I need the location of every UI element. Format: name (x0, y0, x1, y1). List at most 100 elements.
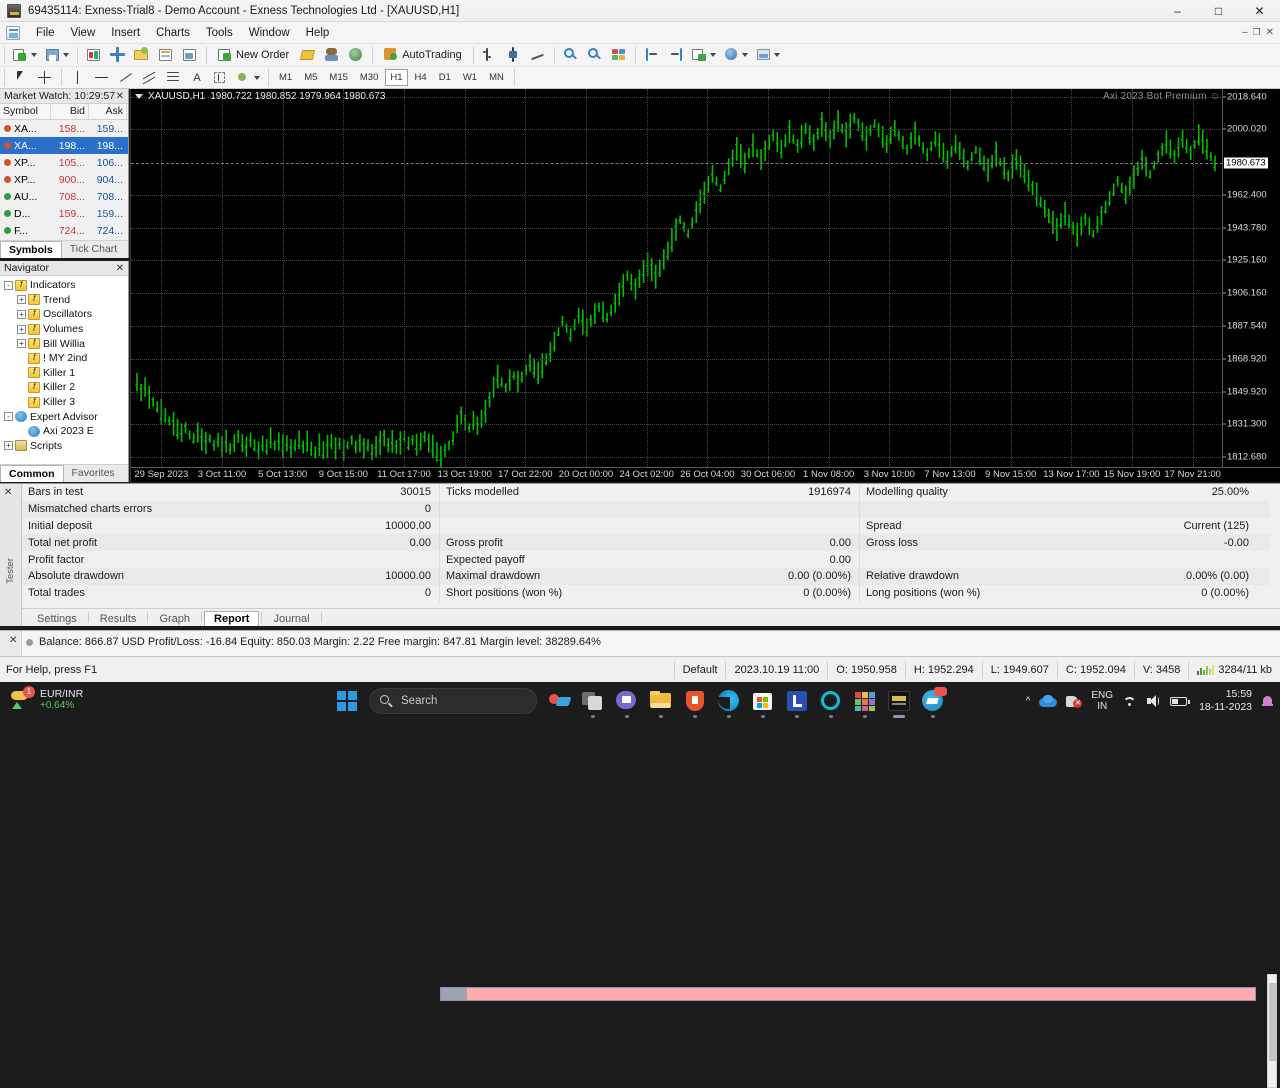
tree-expander-icon[interactable]: - (4, 280, 13, 290)
start-button-icon[interactable] (335, 689, 359, 713)
strategy-tester-icon[interactable] (179, 45, 201, 65)
menu-charts[interactable]: Charts (148, 24, 198, 42)
timeframe-h4[interactable]: H4 (410, 69, 432, 86)
metaeditor-icon[interactable] (297, 45, 319, 65)
brave-browser-icon[interactable] (683, 689, 707, 713)
minimize-button[interactable]: – (1157, 0, 1198, 22)
tree-node[interactable]: ! MY 2ind (0, 351, 128, 366)
candlestick-chart-icon[interactable] (503, 45, 525, 65)
teams-icon[interactable] (615, 689, 639, 713)
inner-minimize-button[interactable]: – (1242, 27, 1248, 38)
menu-help[interactable]: Help (298, 24, 338, 42)
tree-node[interactable]: + Oscillators (0, 307, 128, 322)
colorful-grid-app-icon[interactable] (853, 689, 877, 713)
market-watch-icon[interactable] (83, 45, 105, 65)
tray-expand-icon[interactable]: ^ (1026, 696, 1031, 707)
tree-node[interactable]: + Bill Willia (0, 336, 128, 351)
column-ask[interactable]: Ask (89, 104, 127, 119)
timeframe-d1[interactable]: D1 (434, 69, 456, 86)
inner-close-button[interactable]: ✕ (1266, 27, 1274, 38)
task-view-icon[interactable] (581, 689, 605, 713)
horizontal-line-icon[interactable] (91, 68, 113, 88)
tree-node[interactable]: + Trend (0, 293, 128, 308)
bar-chart-icon[interactable] (479, 45, 501, 65)
timeframe-m1[interactable]: M1 (274, 69, 297, 86)
equidistant-channel-icon[interactable] (139, 68, 161, 88)
market-watch-row[interactable]: XP... 105... 106... (0, 154, 128, 171)
tester-close-icon[interactable]: ✕ (4, 487, 12, 498)
timeframe-h1[interactable]: H1 (385, 69, 408, 86)
tree-expander-icon[interactable]: + (17, 295, 26, 305)
data-window-icon[interactable] (107, 45, 129, 65)
file-explorer-icon[interactable] (649, 689, 673, 713)
report-scrollbar[interactable] (1267, 974, 1277, 1088)
line-chart-icon[interactable] (527, 45, 549, 65)
trendline-icon[interactable] (115, 68, 137, 88)
timeframe-mn[interactable]: MN (484, 69, 509, 86)
timeframe-m5[interactable]: M5 (299, 69, 322, 86)
tester-tab-journal[interactable]: Journal (264, 612, 318, 626)
tab-common[interactable]: Common (0, 465, 64, 482)
antivirus-icon[interactable]: ✕ (1066, 695, 1083, 708)
save-profile-icon[interactable] (42, 45, 72, 65)
terminal-icon[interactable] (155, 45, 177, 65)
wifi-icon[interactable] (1122, 695, 1137, 707)
zoom-in-icon[interactable] (560, 45, 582, 65)
lightshot-icon[interactable] (785, 689, 809, 713)
tester-tab-graph[interactable]: Graph (150, 612, 199, 626)
taskbar-news-widget[interactable]: 1 EUR/INR +0.64% (10, 686, 83, 713)
shift-start-icon[interactable] (641, 45, 663, 65)
crosshair-icon[interactable] (34, 68, 56, 88)
battery-icon[interactable] (1170, 696, 1191, 707)
text-label-icon[interactable] (209, 68, 231, 88)
close-button[interactable]: ✕ (1239, 0, 1280, 22)
tree-node[interactable]: Killer 3 (0, 395, 128, 410)
new-chart-icon[interactable] (10, 45, 40, 65)
indicators-add-icon[interactable] (689, 45, 719, 65)
time-axis[interactable]: 29 Sep 2023 3 Oct 11:00 5 Oct 13:00 9 Oct 1… (131, 467, 1280, 482)
fibonacci-icon[interactable] (163, 68, 185, 88)
period-clock-icon[interactable] (721, 45, 751, 65)
tree-expander-icon[interactable]: + (17, 309, 26, 319)
tree-node[interactable]: Axi 2023 E (0, 424, 128, 439)
market-watch-row[interactable]: D... 159... 159... (0, 205, 128, 222)
volume-icon[interactable] (1146, 695, 1161, 707)
copilot-icon[interactable] (547, 689, 572, 713)
tree-node[interactable]: - Expert Advisor (0, 409, 128, 424)
menu-file[interactable]: File (28, 24, 63, 42)
terminal-close-icon[interactable]: ✕ (9, 635, 17, 646)
new-order-button[interactable]: New Order (212, 45, 295, 65)
tester-tab-results[interactable]: Results (91, 612, 146, 626)
timeframe-w1[interactable]: W1 (458, 69, 482, 86)
chart-menu-triangle-icon[interactable] (135, 93, 143, 99)
tray-clock[interactable]: 15:59 18-11-2023 (1199, 688, 1252, 714)
navigator-close-icon[interactable]: ✕ (116, 263, 124, 274)
tree-node[interactable]: Killer 2 (0, 380, 128, 395)
chart-window[interactable]: XAUUSD,H1 1980.722 1980.852 1979.964 198… (130, 89, 1280, 482)
market-watch-close-icon[interactable]: ✕ (116, 91, 124, 102)
column-bid[interactable]: Bid (51, 104, 89, 119)
tile-windows-icon[interactable] (608, 45, 630, 65)
tree-expander-icon[interactable]: + (4, 441, 13, 451)
tab-symbols[interactable]: Symbols (0, 241, 62, 258)
microsoft-store-icon[interactable] (751, 689, 775, 713)
globe-icon[interactable] (345, 45, 367, 65)
tester-tab-settings[interactable]: Settings (28, 612, 86, 626)
edge-browser-icon[interactable] (717, 689, 741, 713)
inner-restore-button[interactable]: ❐ (1253, 27, 1261, 38)
metatrader-icon[interactable] (887, 689, 911, 713)
tree-node[interactable]: - Indicators (0, 278, 128, 293)
tree-node[interactable]: + Scripts (0, 439, 128, 454)
text-tool-icon[interactable]: A (187, 68, 207, 88)
price-axis[interactable]: 2018.640 2000.020 1962.400 1943.780 1925.160… (1222, 89, 1280, 467)
maximize-button[interactable]: □ (1198, 0, 1239, 22)
navigator-icon[interactable] (131, 45, 153, 65)
taskbar-search-box[interactable]: Search (369, 688, 537, 714)
onedrive-icon[interactable] (1039, 695, 1058, 707)
report-scrollbar-thumb[interactable] (1269, 983, 1277, 1061)
telegram-icon[interactable] (921, 687, 947, 713)
tab-tick-chart[interactable]: Tick Chart (62, 241, 125, 258)
tree-node[interactable]: + Volumes (0, 322, 128, 337)
timeframe-m30[interactable]: M30 (355, 69, 383, 86)
menu-insert[interactable]: Insert (103, 24, 148, 42)
